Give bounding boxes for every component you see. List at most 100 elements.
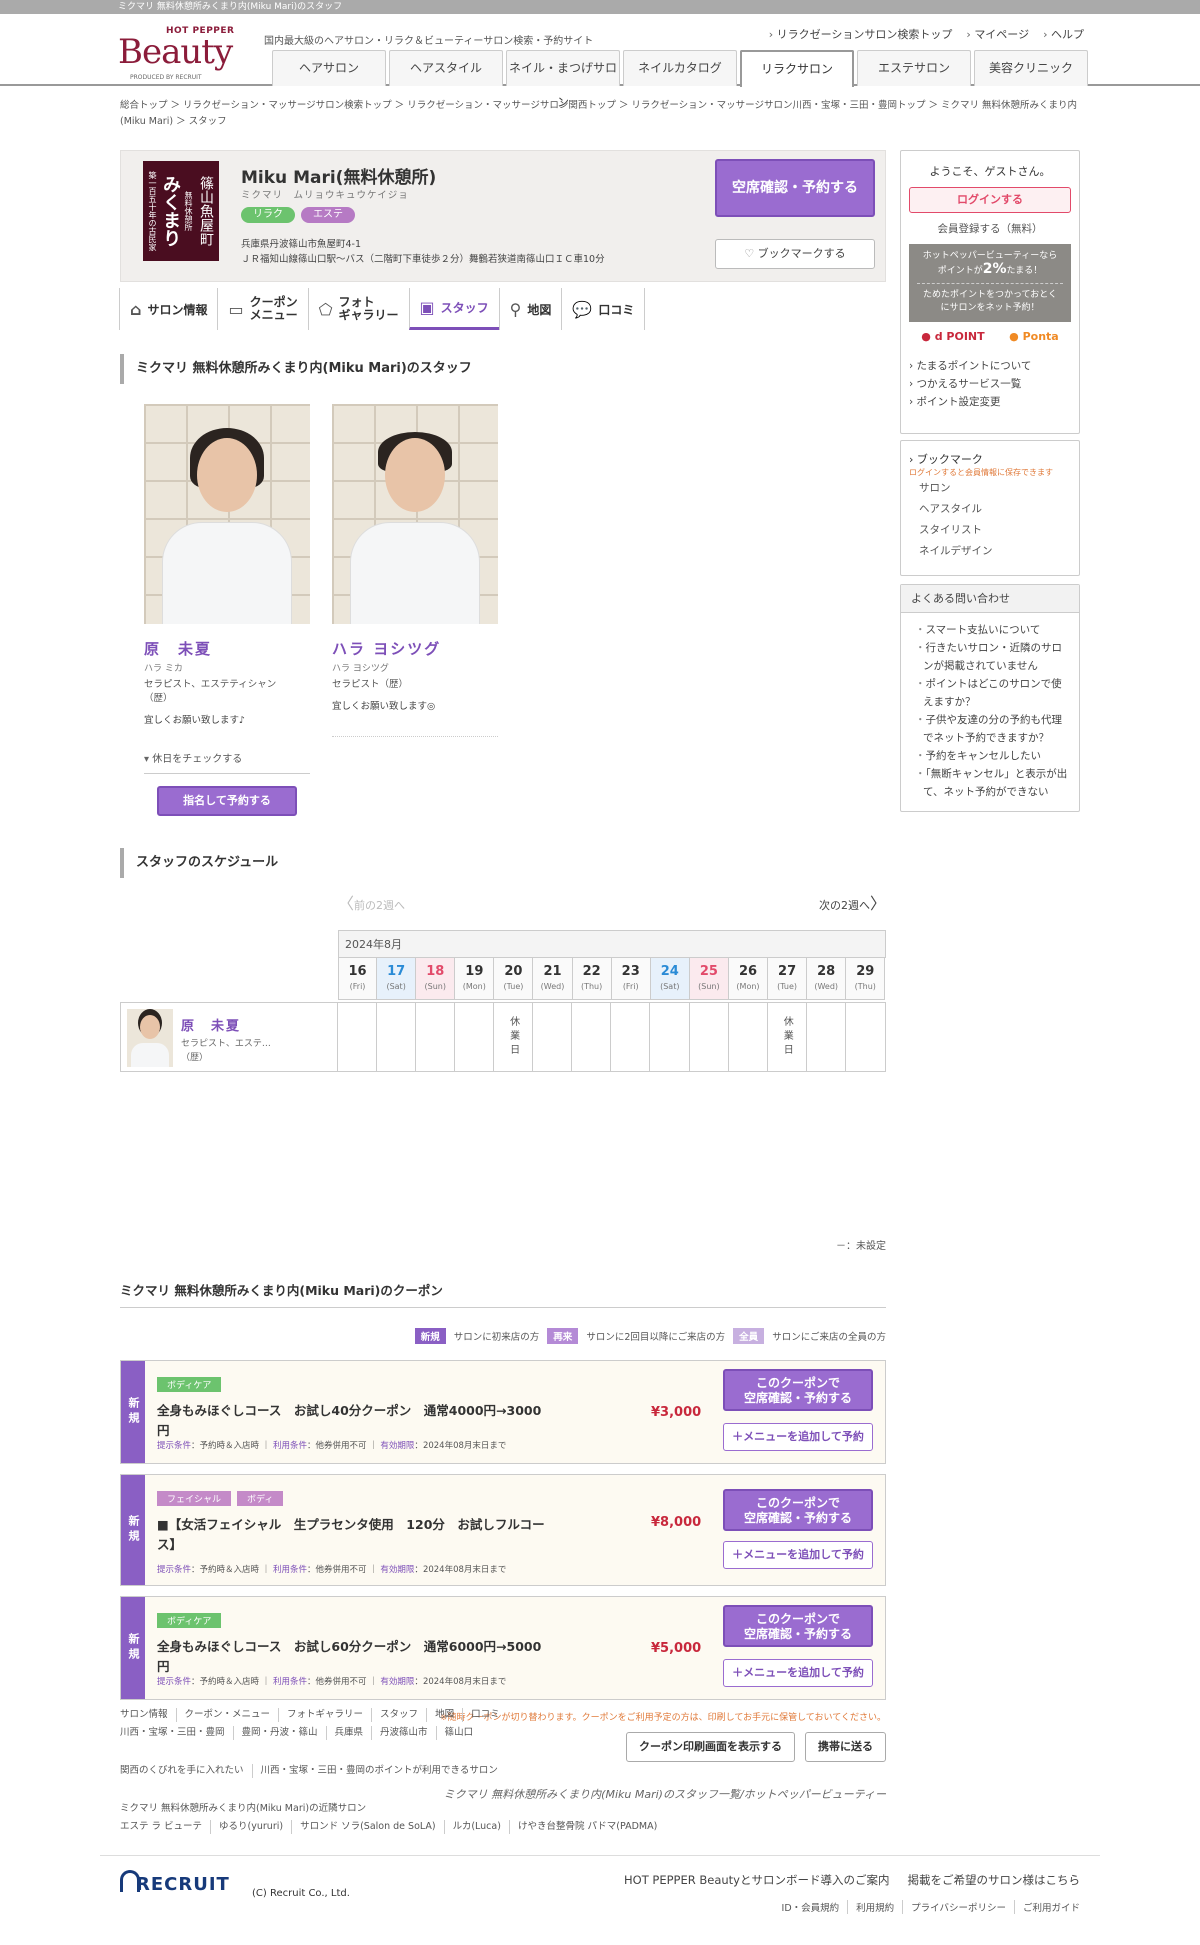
schedule-cell <box>729 1003 768 1071</box>
top-link-mypage[interactable]: マイページ <box>966 26 1029 42</box>
bookmark-item-salon[interactable]: サロン <box>909 478 1071 499</box>
nav-nail-salon[interactable]: ネイル・まつげサロン <box>506 50 620 109</box>
point-link-about[interactable]: たまるポイントについて <box>909 357 1071 375</box>
coupon-title[interactable]: 全身もみほぐしコース お試し40分クーポン 通常4000円→3000円 <box>157 1401 547 1441</box>
footer-link[interactable]: 川西・宝塚・三田・豊岡 <box>120 1726 234 1740</box>
nearby-salon-link[interactable]: けやき台整骨院 パドマ(PADMA) <box>510 1820 665 1834</box>
footer-link-guide[interactable]: ご利用ガイド <box>1015 1900 1080 1914</box>
footer-link[interactable]: 関西のくびれを手に入れたい <box>120 1764 253 1778</box>
nav-hair-salon[interactable]: ヘアサロン <box>272 50 386 86</box>
staff-photo-2[interactable] <box>332 404 498 624</box>
footer-link[interactable]: 豊岡・丹波・篠山 <box>234 1726 327 1740</box>
nearby-salon-link[interactable]: ルカ(Luca) <box>445 1820 510 1834</box>
tab-map[interactable]: ⚲ 地図 <box>498 288 563 330</box>
footer-link[interactable]: 篠山口 <box>437 1726 482 1740</box>
footer-link[interactable]: クーポン・メニュー <box>177 1708 280 1722</box>
salon-address: 兵庫県丹波篠山市魚屋町4-1 <box>241 239 362 250</box>
nearby-salon-link[interactable]: エステ ラ ビューテ <box>120 1820 212 1834</box>
bookmark-item-stylist[interactable]: スタイリスト <box>909 520 1071 541</box>
coupon-book-button[interactable]: このクーポンで 空席確認・予約する <box>723 1489 873 1531</box>
footer-link[interactable]: スタッフ <box>372 1708 428 1722</box>
coupon-title[interactable]: ■【女活フェイシャル 生プラセンタ使用 120分 お試しフルコース】 <box>157 1515 547 1555</box>
footer-link[interactable]: 川西・宝塚・三田・豊岡のポイントが利用できるサロン <box>253 1764 506 1778</box>
faq-item[interactable]: スマート支払いについて <box>915 621 1071 639</box>
footer-link-salonboard[interactable]: HOT PEPPER Beautyとサロンボード導入のご案内 <box>624 1872 889 1888</box>
footer-link-listing[interactable]: 掲載をご希望のサロン様はこちら <box>908 1872 1081 1888</box>
tab-reviews[interactable]: 💬 口コミ <box>561 288 646 330</box>
faq-item[interactable]: 行きたいサロン・近隣のサロンが掲載されていません <box>915 639 1071 675</box>
footer-link[interactable]: 地図 <box>427 1708 464 1722</box>
footer-link[interactable]: 兵庫県 <box>327 1726 373 1740</box>
point-link-settings[interactable]: ポイント設定変更 <box>909 393 1071 411</box>
schedule-cell <box>455 1003 495 1071</box>
bookmark-item-nail[interactable]: ネイルデザイン <box>909 541 1071 562</box>
nominate-reserve-button[interactable]: 指名して予約する <box>157 786 297 816</box>
footer-link[interactable]: サロン情報 <box>120 1708 177 1722</box>
footer-link-privacy[interactable]: プライバシーポリシー <box>903 1900 1015 1914</box>
day-weekday: (Sat) <box>660 982 680 991</box>
point-link-services[interactable]: つかえるサービス一覧 <box>909 375 1071 393</box>
coupon-add-menu-button[interactable]: ＋メニューを追加して予約 <box>723 1659 873 1687</box>
staff-name[interactable]: ハラ ヨシツグ <box>332 638 498 659</box>
coupon-add-menu-button[interactable]: ＋メニューを追加して予約 <box>723 1423 873 1451</box>
coupon-mobile-button[interactable]: 携帯に送る <box>805 1732 886 1762</box>
calendar-day: 17 (Sat) <box>377 958 417 1000</box>
day-number: 16 <box>348 964 367 979</box>
tab-staff[interactable]: ▣ スタッフ <box>408 288 500 330</box>
point-promo[interactable]: ホットペッパービューティーなら ポイントが2%たまる！ ためたポイントをつかって… <box>909 244 1071 322</box>
faq-item[interactable]: ポイントはどこのサロンで使えますか？ <box>915 675 1071 711</box>
nav-esthe-salon[interactable]: エステサロン <box>857 50 971 86</box>
staff-role-text: セラピスト、エステティシャン <box>144 679 277 690</box>
top-link-help[interactable]: ヘルプ <box>1043 26 1084 42</box>
footer-link[interactable]: 丹波篠山市 <box>372 1726 437 1740</box>
login-button[interactable]: ログインする <box>909 187 1071 213</box>
tab-salon-info[interactable]: ⌂ サロン情報 <box>119 288 219 330</box>
top-link-relax-top[interactable]: リラクゼーションサロン検索トップ <box>769 26 953 42</box>
tab-photo-gallery[interactable]: ⬠ フォト ギャラリー <box>307 288 410 330</box>
coupon-print-button[interactable]: クーポン印刷画面を表示する <box>626 1732 795 1762</box>
day-weekday: (Sun) <box>424 982 446 991</box>
coupon-book-button[interactable]: このクーポンで 空席確認・予約する <box>723 1605 873 1647</box>
nav-relax-salon[interactable]: リラクサロン <box>740 50 854 87</box>
gallery-icon: ⬠ <box>318 299 333 319</box>
footer-link[interactable]: 口コミ <box>463 1708 508 1722</box>
role-text: セラピスト、エステ… <box>181 1039 271 1049</box>
register-link[interactable]: 会員登録する（無料） <box>909 221 1071 236</box>
nearby-salon-link[interactable]: サロンド ソラ(Salon de SoLA) <box>292 1820 445 1834</box>
book-button[interactable]: 空席確認・予約する <box>715 159 875 217</box>
footer-link-id-terms[interactable]: ID・会員規約 <box>774 1900 849 1914</box>
coupon-actions: クーポン印刷画面を表示する 携帯に送る <box>626 1732 886 1762</box>
footer-link-terms[interactable]: 利用規約 <box>848 1900 904 1914</box>
nav-nail-catalog[interactable]: ネイルカタログ <box>623 50 737 86</box>
bookmark-button[interactable]: ♡ ブックマークする <box>715 239 875 269</box>
coupon-title[interactable]: 全身もみほぐしコース お試し60分クーポン 通常6000円→5000円 <box>157 1637 547 1677</box>
nav-hair-style[interactable]: ヘアスタイル <box>389 50 503 86</box>
faq-item[interactable]: 「無断キャンセル」と表示が出て、ネット予約ができない <box>915 765 1071 801</box>
staff-name[interactable]: 原 未夏 <box>144 638 310 659</box>
prev-2weeks-link[interactable]: 〈前の2週へ <box>338 890 405 914</box>
coupon-tag: ボディケア <box>157 1613 222 1628</box>
schedule-staff-role: セラピスト、エステ… （歴） <box>181 1037 271 1065</box>
day-weekday: (Fri) <box>349 982 366 991</box>
holiday-check-toggle[interactable]: 休日をチェックする <box>144 750 310 774</box>
faq-box: よくある問い合わせ スマート支払いについて 行きたいサロン・近隣のサロンが掲載さ… <box>900 584 1080 812</box>
recruit-logo[interactable]: RECRUIT <box>120 1870 230 1895</box>
bookmark-item-hairstyle[interactable]: ヘアスタイル <box>909 499 1071 520</box>
nav-beauty-clinic[interactable]: 美容クリニック <box>974 50 1088 86</box>
coupon-add-menu-button[interactable]: ＋メニューを追加して予約 <box>723 1541 873 1569</box>
thumb-body <box>131 1043 169 1067</box>
breadcrumb[interactable]: 総合トップ ＞ リラクゼーション・マッサージサロン検索トップ ＞ リラクゼーショ… <box>120 98 1080 130</box>
faq-item[interactable]: 予約をキャンセルしたい <box>915 747 1071 765</box>
schedule-staff[interactable]: 原 未夏 セラピスト、エステ… （歴） <box>121 1003 338 1071</box>
bookmark-title[interactable]: ブックマーク <box>909 451 1071 467</box>
schedule-cell <box>807 1003 846 1071</box>
staff-photo-1[interactable] <box>144 404 310 624</box>
coupon-book-button[interactable]: このクーポンで 空席確認・予約する <box>723 1369 873 1411</box>
site-logo[interactable]: HOT PEPPER Beauty PRODUCED BY RECRUIT <box>116 24 242 81</box>
tab-coupon-menu[interactable]: ▭ クーポン メニュー <box>217 288 309 330</box>
speech-bubble-icon: 💬 <box>572 299 593 319</box>
nearby-salon-link[interactable]: ゆるり(yururi) <box>211 1820 293 1834</box>
next-2weeks-link[interactable]: 次の2週へ〉 <box>819 890 886 914</box>
footer-link[interactable]: フォトギャラリー <box>279 1708 373 1722</box>
faq-item[interactable]: 子供や友達の分の予約も代理でネット予約できますか？ <box>915 711 1071 747</box>
